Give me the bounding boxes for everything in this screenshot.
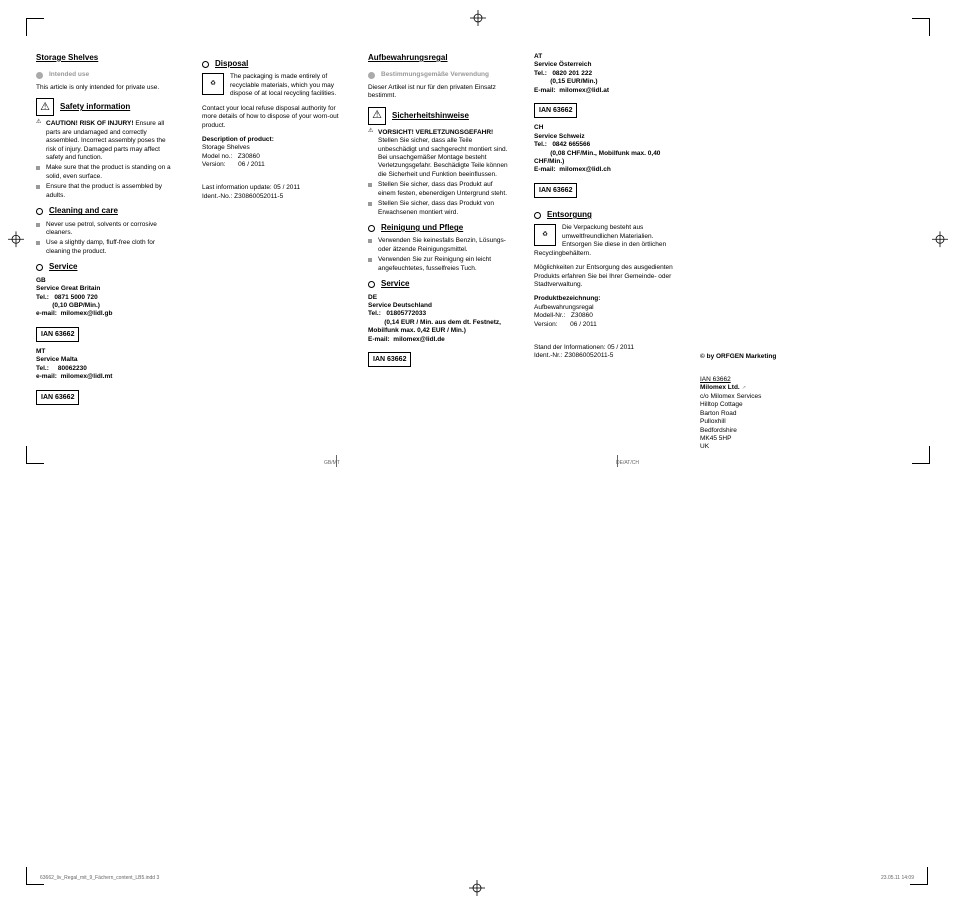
lower-blank-page: 63662_liv_Regal_mit_9_Fächern_content_LB… bbox=[0, 480, 954, 905]
title-en: Storage Shelves bbox=[36, 53, 176, 63]
ian-box: IAN 63662 bbox=[534, 103, 577, 118]
crop-mark bbox=[26, 18, 44, 36]
intended-text: This article is only intended for privat… bbox=[36, 84, 176, 92]
ian-box: IAN 63662 bbox=[368, 352, 411, 367]
service-mt: MT Service Malta Tel.: 80062230 e-mail: … bbox=[36, 348, 176, 382]
bullet-icon bbox=[202, 61, 209, 68]
bullet-icon bbox=[368, 281, 375, 288]
disposal-text2-de: Möglichkeiten zur Entsorgung des ausgedi… bbox=[534, 264, 674, 289]
service-at: AT Service Österreich Tel.: 0820 201 222… bbox=[534, 53, 674, 95]
registration-mark-icon bbox=[469, 880, 485, 899]
service-ch: CH Service Schweiz Tel.: 0842 665566 (0,… bbox=[534, 124, 674, 175]
registration-mark-icon bbox=[932, 231, 948, 250]
recycle-icon: ♻ bbox=[202, 73, 224, 95]
company-info: IAN 63662 Milomex Ltd.↗ c/o Milomex Serv… bbox=[700, 376, 840, 452]
crop-mark bbox=[912, 18, 930, 36]
service-heading-de: Service bbox=[381, 279, 409, 289]
intended-heading: Intended use bbox=[49, 71, 89, 79]
disposal-heading-de: Entsorgung bbox=[547, 210, 592, 220]
safety-item: VORSICHT! VERLETZUNGSGEFAHR! Stellen Sie… bbox=[368, 129, 508, 180]
disposal-text2: Contact your local refuse disposal autho… bbox=[202, 105, 342, 130]
bullet-icon bbox=[368, 225, 375, 232]
registration-mark-icon bbox=[8, 231, 24, 250]
clean-item: Use a slightly damp, fluff-free cloth fo… bbox=[36, 239, 176, 256]
product-desc-de: Produktbezeichnung: Aufbewahrungsregal M… bbox=[534, 295, 674, 329]
safety-item: CAUTION! RISK OF INJURY! Ensure all part… bbox=[36, 120, 176, 162]
registration-mark-icon bbox=[470, 10, 486, 29]
col-back: © by ORFGEN Marketing IAN 63662 Milomex … bbox=[700, 53, 840, 458]
bullet-icon bbox=[36, 208, 43, 215]
service-heading: Service bbox=[49, 262, 77, 272]
disposal-text-de: ♻Die Verpackung besteht aus umweltfreund… bbox=[534, 224, 674, 258]
clean-item: Verwenden Sie zur Reinigung ein leicht a… bbox=[368, 256, 508, 273]
warning-icon: ⚠ bbox=[36, 98, 54, 116]
warning-icon: ⚠ bbox=[368, 107, 386, 125]
fold-mark bbox=[617, 455, 618, 467]
indesign-footer: 63662_liv_Regal_mit_9_Fächern_content_LB… bbox=[40, 875, 914, 882]
update-info-de: Stand der Informationen: 05 / 2011 Ident… bbox=[534, 344, 674, 361]
safety-item: Ensure that the product is assembled by … bbox=[36, 183, 176, 200]
cleaning-heading: Cleaning and care bbox=[49, 206, 118, 216]
ian-box: IAN 63662 bbox=[534, 183, 577, 198]
safety-item: Make sure that the product is standing o… bbox=[36, 164, 176, 181]
content-columns: Storage Shelves Intended use This articl… bbox=[36, 53, 920, 458]
page-footer-1: GB/MT bbox=[324, 460, 340, 467]
copyright: © by ORFGEN Marketing bbox=[700, 353, 840, 361]
recycle-icon: ♻ bbox=[534, 224, 556, 246]
page-footer-2: DE/AT/CH bbox=[616, 460, 639, 467]
col-en-2: Disposal ♻The packaging is made entirely… bbox=[202, 53, 342, 458]
disposal-text: ♻The packaging is made entirely of recyc… bbox=[202, 73, 342, 98]
disposal-heading: Disposal bbox=[215, 59, 248, 69]
col-de-2: AT Service Österreich Tel.: 0820 201 222… bbox=[534, 53, 674, 458]
clean-item: Verwenden Sie keinesfalls Benzin, Lösung… bbox=[368, 237, 508, 254]
bullet-icon bbox=[36, 72, 43, 79]
bullet-icon bbox=[534, 212, 541, 219]
safety-heading: Safety information bbox=[60, 102, 130, 112]
safety-item: Stellen Sie sicher, dass das Produkt von… bbox=[368, 200, 508, 217]
ian-box: IAN 63662 bbox=[36, 327, 79, 342]
fold-mark bbox=[336, 455, 337, 467]
bullet-icon bbox=[36, 264, 43, 271]
update-info: Last information update: 05 / 2011 Ident… bbox=[202, 184, 342, 201]
intended-text-de: Dieser Artikel ist nur für den privaten … bbox=[368, 84, 508, 101]
safety-heading-de: Sicherheitshinweise bbox=[392, 111, 469, 121]
intended-heading-de: Bestimmungsgemäße Verwendung bbox=[381, 71, 489, 79]
clean-item: Never use petrol, solvents or corrosive … bbox=[36, 221, 176, 238]
col-en-1: Storage Shelves Intended use This articl… bbox=[36, 53, 176, 458]
ian-box: IAN 63662 bbox=[36, 390, 79, 405]
service-de: DE Service Deutschland Tel.: 01805772033… bbox=[368, 294, 508, 345]
service-gb: GB Service Great Britain Tel.: 0871 5000… bbox=[36, 277, 176, 319]
safety-item: Stellen Sie sicher, dass das Produkt auf… bbox=[368, 181, 508, 198]
cleaning-heading-de: Reinigung und Pflege bbox=[381, 223, 463, 233]
product-desc: Description of product: Storage Shelves … bbox=[202, 136, 342, 170]
title-de: Aufbewahrungsregal bbox=[368, 53, 508, 63]
export-date: 23.05.11 14:09 bbox=[881, 875, 914, 882]
file-name: 63662_liv_Regal_mit_9_Fächern_content_LB… bbox=[40, 875, 159, 882]
arrow-icon: ↗ bbox=[742, 385, 746, 392]
document-page: Storage Shelves Intended use This articl… bbox=[26, 18, 930, 464]
bullet-icon bbox=[368, 72, 375, 79]
col-de-1: Aufbewahrungsregal Bestimmungsgemäße Ver… bbox=[368, 53, 508, 458]
